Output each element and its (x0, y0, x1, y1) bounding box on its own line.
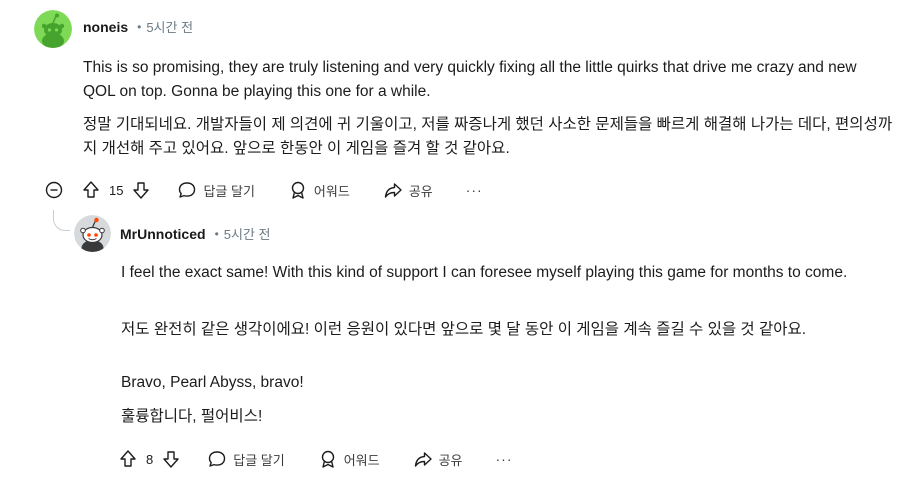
comment-body-en: I feel the exact same! With this kind of… (121, 261, 881, 285)
comment-body-ko-2: 훌륭합니다, 펄어비스! (121, 405, 881, 429)
comment-action-bar: 15 답글 달기 어워드 공유 ··· (44, 180, 483, 200)
arrow-up-icon[interactable] (118, 449, 138, 469)
reply-button[interactable]: 답글 달기 (207, 449, 285, 469)
comment-meta: noneis • 5시간 전 (83, 17, 193, 36)
ellipsis-icon[interactable]: ··· (496, 451, 513, 467)
comment-body-en-2: Bravo, Pearl Abyss, bravo! (121, 371, 881, 395)
timestamp[interactable]: 5시간 전 (224, 224, 271, 243)
minus-circle-icon[interactable] (44, 180, 64, 200)
arrow-down-icon[interactable] (161, 449, 181, 469)
comment-body-en: This is so promising, they are truly lis… (83, 56, 893, 104)
share-arrow-icon (413, 449, 433, 469)
reply-button[interactable]: 답글 달기 (177, 180, 255, 200)
share-label: 공유 (408, 183, 433, 199)
arrow-down-icon[interactable] (131, 180, 151, 200)
avatar[interactable] (74, 215, 111, 252)
award-button[interactable]: 어워드 (318, 449, 380, 469)
comment-text-translation: 정말 기대되네요. 개발자들이 제 의견에 귀 기울이고, 저를 짜증나게 했던… (83, 116, 893, 157)
avatar[interactable] (34, 10, 72, 48)
vote-score: 15 (109, 182, 124, 198)
share-label: 공유 (438, 452, 463, 468)
vote-score: 8 (146, 451, 154, 467)
comment-text-translation: 훌륭합니다, 펄어비스! (121, 408, 263, 425)
award-icon (288, 180, 308, 200)
comment-text: Bravo, Pearl Abyss, bravo! (121, 374, 304, 391)
comment-text: This is so promising, they are truly lis… (83, 59, 857, 100)
share-button[interactable]: 공유 (413, 449, 463, 469)
award-label: 어워드 (313, 183, 350, 199)
speech-bubble-icon (207, 449, 227, 469)
ellipsis-icon[interactable]: ··· (466, 182, 483, 198)
username[interactable]: MrUnnoticed (120, 226, 206, 242)
comment-thread: noneis • 5시간 전 This is so promising, the… (0, 0, 900, 491)
award-label: 어워드 (343, 452, 380, 468)
speech-bubble-icon (177, 180, 197, 200)
share-button[interactable]: 공유 (383, 180, 433, 200)
comment-text: I feel the exact same! With this kind of… (121, 264, 848, 281)
separator-dot: • (137, 19, 142, 34)
username[interactable]: noneis (83, 19, 128, 35)
award-button[interactable]: 어워드 (288, 180, 350, 200)
share-arrow-icon (383, 180, 403, 200)
separator-dot: • (214, 226, 219, 241)
thread-line (53, 210, 70, 231)
arrow-up-icon[interactable] (81, 180, 101, 200)
comment-body-ko: 정말 기대되네요. 개발자들이 제 의견에 귀 기울이고, 저를 짜증나게 했던… (83, 113, 898, 161)
award-icon (318, 449, 338, 469)
reply-label: 답글 달기 (203, 183, 255, 199)
comment-body-ko: 저도 완전히 같은 생각이에요! 이런 응원이 있다면 앞으로 몇 달 동안 이… (121, 318, 881, 342)
comment-meta: MrUnnoticed • 5시간 전 (120, 224, 271, 243)
reply-label: 답글 달기 (233, 452, 285, 468)
timestamp[interactable]: 5시간 전 (146, 17, 193, 36)
comment-action-bar: 8 답글 달기 어워드 공유 ··· (118, 449, 513, 469)
comment-text-translation: 저도 완전히 같은 생각이에요! 이런 응원이 있다면 앞으로 몇 달 동안 이… (121, 321, 807, 338)
